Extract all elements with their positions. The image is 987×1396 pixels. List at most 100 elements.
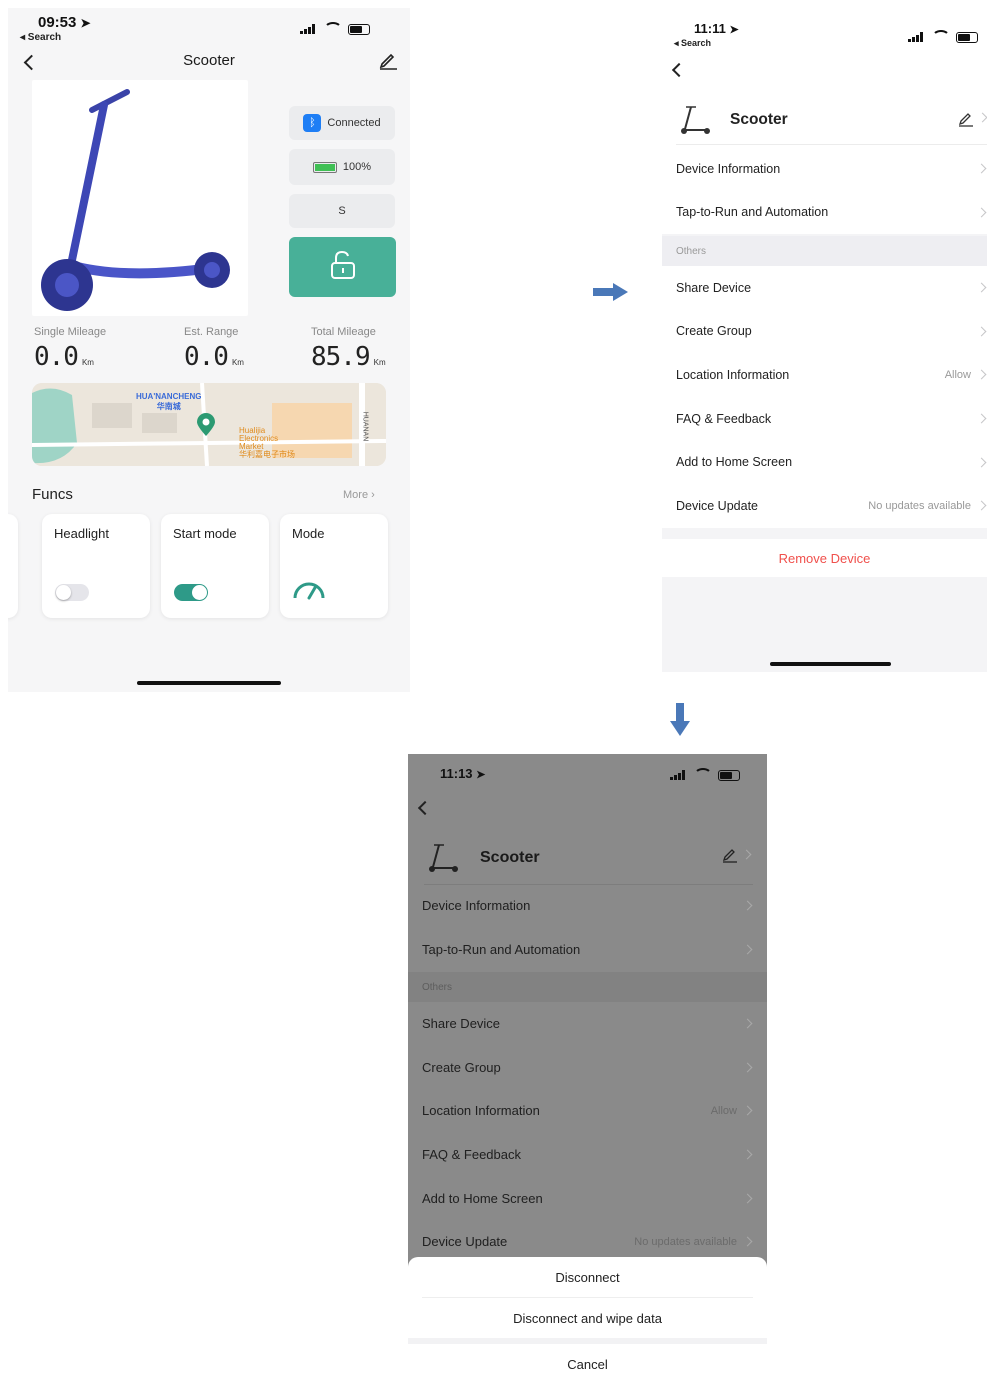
back-to-search[interactable]: ◂ Search [674, 38, 711, 49]
chevron-right-icon [976, 326, 987, 337]
map-label-hualijia: Hualijia Electronics Market 华利嘉电子市场 [239, 426, 295, 459]
status-icons [670, 768, 740, 782]
funcs-title: Funcs [32, 486, 73, 503]
row-tap-to-run[interactable]: Tap-to-Run and Automation [408, 928, 767, 972]
func-card-start-mode[interactable]: Start mode [161, 514, 269, 618]
status-time: 11:13 ➤ [440, 766, 486, 781]
chevron-right-icon [742, 1149, 753, 1160]
flow-arrow-down-icon [670, 703, 690, 736]
func-card-partial[interactable] [8, 514, 18, 618]
funcs-more-link[interactable]: More › [343, 489, 375, 501]
back-to-search[interactable]: ◂ Search [20, 32, 61, 43]
bluetooth-icon: ᛒ [303, 114, 322, 132]
location-arrow-icon: ➤ [80, 16, 91, 30]
settings-list-others: Share Device Create Group Location Infor… [408, 1002, 767, 1264]
update-status: No updates available [634, 1235, 737, 1248]
chevron-right-icon [742, 1106, 753, 1116]
chevron-right-icon [741, 849, 752, 860]
row-add-to-home[interactable]: Add to Home Screen [662, 440, 987, 484]
headlight-toggle[interactable] [55, 584, 89, 601]
edit-pencil-icon[interactable] [378, 52, 398, 70]
chevron-right-icon [976, 457, 987, 468]
chevron-right-icon [742, 1236, 753, 1247]
chevron-right-icon [976, 207, 987, 218]
row-device-information[interactable]: Device Information [408, 884, 767, 928]
flow-arrow-right-icon [593, 283, 628, 301]
map-label-huanancheng: HUA'NANCHENG 华南城 [136, 392, 202, 411]
wifi-icon [324, 22, 342, 36]
row-device-information[interactable]: Device Information [662, 147, 987, 191]
start-mode-toggle[interactable] [174, 584, 208, 601]
edit-pencil-icon[interactable] [958, 111, 974, 127]
home-indicator [770, 662, 891, 666]
scooter-illustration [41, 89, 230, 311]
signal-icon [908, 32, 926, 42]
section-others: Others [408, 972, 767, 1002]
connection-status-pill: ᛒ Connected [289, 106, 395, 140]
speed-gear-button[interactable]: S [289, 194, 395, 228]
back-chevron-icon[interactable] [417, 800, 433, 816]
metric-est-range: Est. Range 0.0 Km [184, 326, 244, 372]
metric-total-mileage: Total Mileage 85.9 Km [311, 326, 386, 372]
status-icons [300, 22, 370, 36]
signal-icon [300, 24, 318, 34]
remove-device-button[interactable]: Remove Device [662, 539, 987, 577]
func-card-headlight[interactable]: Headlight [42, 514, 150, 618]
location-map[interactable]: HUA'NANCHENG 华南城 Hualijia Electronics Ma… [32, 383, 386, 466]
scooter-icon [429, 844, 458, 872]
mileage-metrics: Single Mileage 0.0 Km Est. Range 0.0 Km To… [34, 326, 396, 376]
device-header-row[interactable]: Scooter [676, 96, 987, 145]
device-name: Scooter [480, 849, 540, 866]
row-faq-feedback[interactable]: FAQ & Feedback [408, 1133, 767, 1177]
row-faq-feedback[interactable]: FAQ & Feedback [662, 397, 987, 441]
chevron-right-icon [976, 500, 987, 511]
chevron-right-icon [742, 900, 753, 911]
connected-label: Connected [327, 117, 381, 129]
scooter-icon [681, 106, 710, 134]
location-status: Allow [710, 1104, 737, 1117]
home-indicator [137, 681, 281, 685]
device-name: Scooter [730, 111, 788, 128]
func-card-mode[interactable]: Mode [280, 514, 388, 618]
row-share-device[interactable]: Share Device [662, 266, 987, 310]
row-share-device[interactable]: Share Device [408, 1002, 767, 1046]
battery-icon [718, 769, 740, 781]
edit-pencil-icon[interactable] [722, 847, 738, 863]
location-arrow-icon: ➤ [476, 769, 486, 781]
battery-icon [348, 23, 370, 35]
battery-icon [956, 31, 978, 43]
chevron-right-icon [976, 163, 987, 174]
chevron-right-icon [977, 112, 987, 123]
row-create-group[interactable]: Create Group [662, 310, 987, 354]
map-pin-icon [197, 413, 215, 436]
chevron-right-icon [742, 944, 753, 955]
row-location-information[interactable]: Location Information Allow [408, 1089, 767, 1133]
page-title: Scooter [183, 52, 235, 69]
chevron-right-icon [742, 1193, 753, 1204]
chevron-right-icon [742, 1062, 753, 1073]
signal-icon [670, 770, 688, 780]
cancel-button[interactable]: Cancel [408, 1344, 767, 1384]
disconnect-wipe-button[interactable]: Disconnect and wipe data [408, 1298, 767, 1338]
metric-single-mileage: Single Mileage 0.0 Km [34, 326, 107, 372]
row-create-group[interactable]: Create Group [408, 1046, 767, 1090]
remove-device-sheet-screen: 11:13 ➤ Scooter Device Information Tap-t… [408, 754, 767, 1396]
settings-list-top: Device Information Tap-to-Run and Automa… [408, 884, 767, 971]
settings-list-top: Device Information Tap-to-Run and Automa… [662, 147, 987, 235]
row-location-information[interactable]: Location Information Allow [662, 353, 987, 397]
battery-level-pill: 100% [289, 149, 395, 185]
row-tap-to-run[interactable]: Tap-to-Run and Automation [662, 191, 987, 235]
location-arrow-icon: ➤ [729, 24, 739, 36]
settings-list-others: Share Device Create Group Location Infor… [662, 266, 987, 528]
status-time: 11:11 ➤ [694, 21, 739, 36]
update-status: No updates available [868, 499, 971, 512]
row-device-update[interactable]: Device Update No updates available [662, 484, 987, 528]
unlock-button[interactable] [289, 237, 396, 297]
action-sheet: Disconnect Disconnect and wipe data Canc… [408, 1257, 767, 1396]
device-header-row[interactable]: Scooter [424, 832, 753, 885]
battery-percent: 100% [342, 161, 372, 173]
map-road-label: HUANAN [361, 411, 369, 442]
disconnect-button[interactable]: Disconnect [422, 1257, 753, 1298]
unlock-icon [331, 250, 355, 279]
row-add-to-home[interactable]: Add to Home Screen [408, 1176, 767, 1220]
